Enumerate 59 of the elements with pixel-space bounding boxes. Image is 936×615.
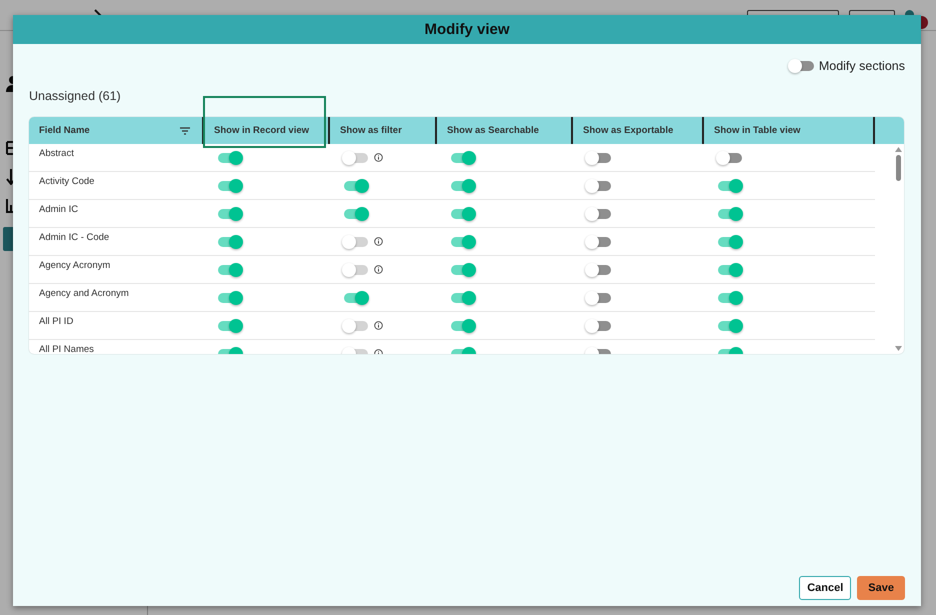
field-name: All PI Names xyxy=(39,344,94,354)
scroll-up-icon[interactable] xyxy=(894,147,902,152)
column-header: Show in Table view xyxy=(714,125,800,136)
modify-sections-switch[interactable]: Modify sections xyxy=(790,59,905,73)
field-name: All PI ID xyxy=(39,316,74,327)
field-name: Agency and Acronym xyxy=(39,288,129,299)
field-name: Abstract xyxy=(39,148,74,159)
toggle-switch[interactable] xyxy=(718,320,742,330)
field-name: Agency Acronym xyxy=(39,260,110,271)
save-button[interactable]: Save xyxy=(857,576,905,600)
group-title: Unassigned (61) xyxy=(29,89,122,103)
column-header: Show as Searchable xyxy=(447,125,539,136)
toggle-switch[interactable] xyxy=(344,292,368,302)
toggle-switch[interactable] xyxy=(718,152,742,162)
toggle-switch[interactable] xyxy=(218,208,242,218)
field-name: Admin IC - Code xyxy=(39,232,110,243)
toggle-switch[interactable] xyxy=(451,208,475,218)
column-header: Show as Exportable xyxy=(583,125,674,136)
field-name: Admin IC xyxy=(39,204,78,215)
column-header: Field Name xyxy=(39,125,90,136)
toggle-switch[interactable] xyxy=(218,180,242,190)
field-name: Activity Code xyxy=(39,176,94,187)
toggle-switch[interactable] xyxy=(218,320,242,330)
info-icon[interactable] xyxy=(374,153,383,162)
toggle-switch[interactable] xyxy=(218,292,242,302)
toggle-switch[interactable] xyxy=(587,320,611,330)
toggle-switch[interactable] xyxy=(451,180,475,190)
toggle-switch[interactable] xyxy=(587,180,611,190)
toggle-switch[interactable] xyxy=(718,292,742,302)
cancel-button[interactable]: Cancel xyxy=(799,576,852,600)
arrow-down-icon[interactable] xyxy=(6,169,16,185)
scroll-down-icon[interactable] xyxy=(894,346,902,351)
toggle-switch[interactable] xyxy=(718,264,742,274)
column-header: Show in Record view xyxy=(214,125,310,136)
toggle-switch[interactable] xyxy=(451,236,475,246)
toggle-switch[interactable] xyxy=(451,292,475,302)
toggle-switch[interactable] xyxy=(451,152,475,162)
filter-icon[interactable] xyxy=(180,126,190,134)
toggle-switch[interactable] xyxy=(218,152,242,162)
toggle-switch[interactable] xyxy=(587,264,611,274)
toggle-switch[interactable] xyxy=(218,236,242,246)
toggle-switch[interactable] xyxy=(718,208,742,218)
toggle-switch[interactable] xyxy=(344,180,368,190)
info-icon[interactable] xyxy=(374,237,383,246)
toggle-switch[interactable] xyxy=(718,180,742,190)
toggle-switch[interactable] xyxy=(344,208,368,218)
toggle-switch[interactable] xyxy=(587,152,611,162)
toggle-switch[interactable] xyxy=(587,208,611,218)
dialog-title: Modify view xyxy=(13,15,921,44)
toggle-switch[interactable] xyxy=(451,320,475,330)
column-header: Show as filter xyxy=(340,125,402,136)
toggle-switch[interactable] xyxy=(451,264,475,274)
info-icon[interactable] xyxy=(374,265,383,274)
toggle-switch[interactable] xyxy=(218,264,242,274)
toggle-switch[interactable] xyxy=(587,292,611,302)
info-icon[interactable] xyxy=(374,321,383,330)
toggle-switch[interactable] xyxy=(718,236,742,246)
toggle-switch[interactable] xyxy=(587,236,611,246)
scrollbar-thumb[interactable] xyxy=(896,155,900,181)
